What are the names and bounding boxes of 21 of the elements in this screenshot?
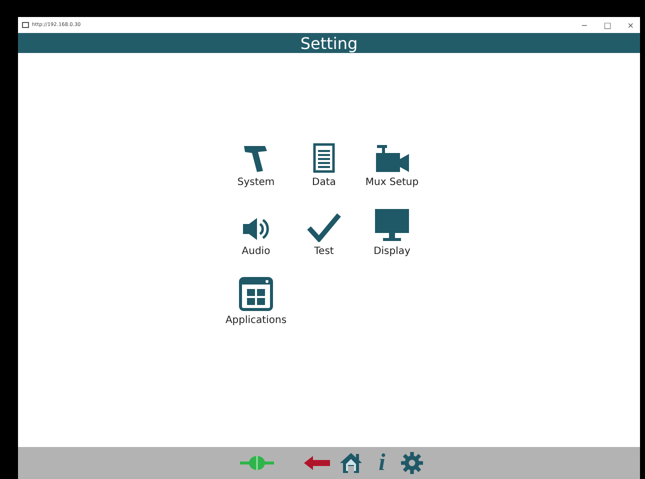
document-icon[interactable] xyxy=(313,143,335,173)
info-button[interactable]: i xyxy=(370,451,394,475)
speaker-icon[interactable] xyxy=(241,216,271,242)
monitor-icon[interactable] xyxy=(374,208,410,242)
page-icon xyxy=(22,22,29,28)
header-title: Setting xyxy=(300,34,358,52)
video-camera-icon[interactable] xyxy=(374,143,410,173)
setting-label[interactable]: Mux Setup xyxy=(365,177,419,188)
left-arrow-icon[interactable] xyxy=(302,456,331,470)
minimize-button[interactable]: − xyxy=(581,20,588,30)
close-button[interactable]: × xyxy=(627,20,634,30)
maximize-button[interactable]: □ xyxy=(604,20,612,30)
setting-label[interactable]: Data xyxy=(312,177,336,188)
setting-label[interactable]: Applications xyxy=(225,315,287,326)
home-icon[interactable] xyxy=(338,452,363,474)
setting-label[interactable]: Display xyxy=(374,246,410,257)
setting-label[interactable]: Audio xyxy=(242,246,270,257)
setting-label[interactable]: System xyxy=(237,177,275,188)
app-grid-icon[interactable] xyxy=(239,277,273,311)
checkmark-icon[interactable] xyxy=(307,212,341,242)
setting-label[interactable]: Test xyxy=(314,246,334,257)
